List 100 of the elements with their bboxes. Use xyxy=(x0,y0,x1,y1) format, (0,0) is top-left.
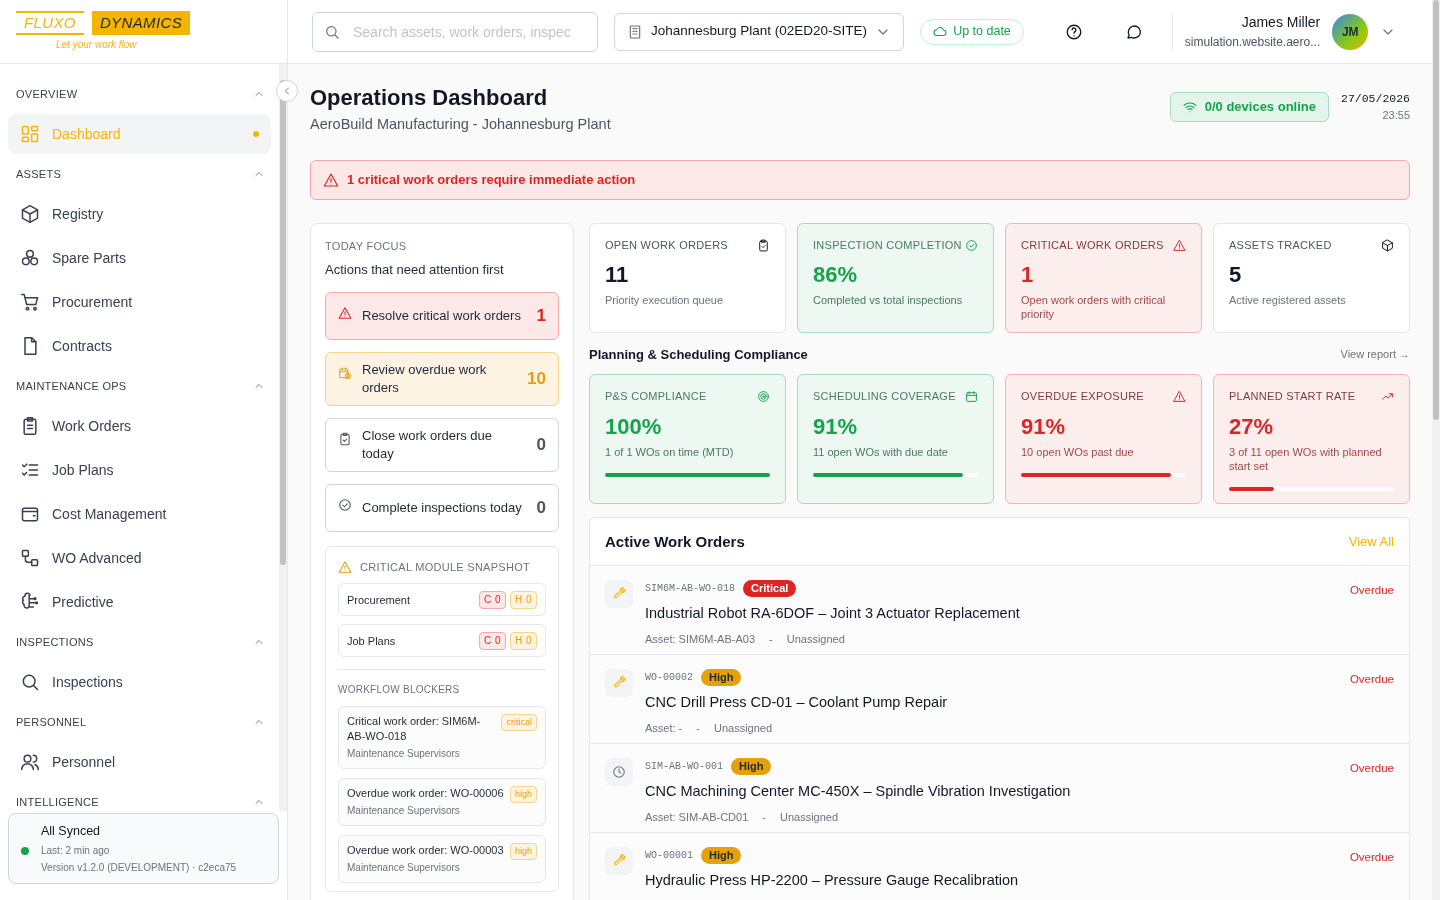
asset-text: Asset: SIM6M-AB-A03 xyxy=(645,632,756,647)
blocker-card[interactable]: Overdue work order: WO-00006 Maintenance Supervisors high xyxy=(338,778,546,827)
collapse-button[interactable] xyxy=(276,80,298,102)
status-text: Overdue xyxy=(1349,672,1394,688)
section-header[interactable]: PERSONNEL xyxy=(0,704,271,740)
high-count: H 0 xyxy=(509,590,537,609)
version-text: Version v1.2.0 (DEVELOPMENT) · c2eca75 xyxy=(41,861,237,875)
scrollbar[interactable] xyxy=(1432,0,1440,900)
nav-item[interactable]: Personnel xyxy=(8,742,271,782)
warning-icon xyxy=(338,560,352,574)
blockers-title: WORKFLOW BLOCKERS xyxy=(338,683,461,698)
nav-item[interactable]: Inspections xyxy=(8,662,271,702)
work-order-code: WO-00001 xyxy=(645,849,693,864)
focus-item[interactable]: Close work orders due today 0 xyxy=(325,417,559,472)
section-header[interactable]: INSPECTIONS xyxy=(0,624,271,660)
alert-text: 1 critical work orders require immediate action xyxy=(347,171,636,189)
nav-item[interactable]: WO Advanced xyxy=(8,538,271,578)
assignee-text: Unassigned xyxy=(713,721,773,736)
focus-count: 0 xyxy=(536,434,546,456)
user-avatar[interactable]: JM xyxy=(1332,13,1369,50)
card-title: OVERDUE EXPOSURE xyxy=(1021,389,1144,405)
section-header[interactable]: MAINTENANCE OPS xyxy=(0,368,271,404)
section-header[interactable]: OVERVIEW xyxy=(0,76,271,112)
focus-item[interactable]: Complete inspections today 0 xyxy=(325,483,559,532)
section-header[interactable]: INTELLIGENCE xyxy=(0,784,271,812)
module-row[interactable]: Job Plans C 0 H 0 xyxy=(338,624,546,658)
nav-item[interactable]: Job Plans xyxy=(8,450,271,490)
critical-count: C 0 xyxy=(478,590,506,609)
nav-item[interactable]: Cost Management xyxy=(8,494,271,534)
nav-item[interactable]: Predictive xyxy=(8,582,271,622)
blocker-team: Maintenance Supervisors xyxy=(347,861,461,876)
kpi-value: 86% xyxy=(813,261,859,290)
site-selector[interactable]: Johannesburg Plant (02ED20-SITE) xyxy=(614,12,905,51)
assignee-text: Unassigned xyxy=(786,632,845,647)
date-text: 27/05/2026 xyxy=(1341,91,1410,107)
kpi-title: OPEN WORK ORDERS xyxy=(605,237,728,253)
blocker-card[interactable]: Critical work order: SIM6M-AB-WO-018 Maintenance Supervisors critical xyxy=(338,706,546,770)
cart-icon xyxy=(20,292,40,312)
card-title: SCHEDULING COVERAGE xyxy=(813,389,956,405)
blocker-team: Maintenance Supervisors xyxy=(347,747,461,762)
blocker-title: Critical work order: SIM6M-AB-WO-018 xyxy=(347,714,482,745)
separator-text: - xyxy=(769,632,773,647)
page-title: Operations Dashboard xyxy=(310,84,549,112)
kpi-caption: Open work orders with critical priority xyxy=(1021,293,1167,322)
focus-item[interactable]: Resolve critical work orders 1 xyxy=(325,291,559,340)
card-title: P&S COMPLIANCE xyxy=(605,389,707,405)
focus-item[interactable]: Review overdue work orders 10 xyxy=(325,351,559,406)
search-icon xyxy=(20,672,40,692)
focus-count: 1 xyxy=(536,305,546,327)
workflow-icon xyxy=(20,548,40,568)
search-field[interactable]: Search assets, work orders, inspec xyxy=(312,11,598,52)
module-row[interactable]: Procurement C 0 H 0 xyxy=(338,583,546,617)
logo-text: DYNAMICS xyxy=(91,11,191,35)
nav-item[interactable]: Procurement xyxy=(8,282,271,322)
snapshot-title: CRITICAL MODULE SNAPSHOT xyxy=(360,559,530,575)
work-order-code: WO-00002 xyxy=(645,671,693,686)
logo-tagline: Let your work flow xyxy=(56,38,138,52)
panel-label: TODAY FOCUS xyxy=(325,238,408,254)
clipboard-check-icon xyxy=(338,431,352,446)
card-value: 100% xyxy=(605,412,663,441)
card-title: PLANNED START RATE xyxy=(1229,389,1356,405)
high-count: H 0 xyxy=(509,631,537,650)
check-circle-icon xyxy=(338,497,352,512)
nav-item[interactable]: Work Orders xyxy=(8,406,271,446)
kpi-caption: Priority execution queue xyxy=(605,293,724,308)
warning-icon xyxy=(1173,238,1186,252)
blocker-title: Overdue work order: WO-00003 xyxy=(347,843,505,859)
work-order-title: CNC Machining Center MC-450X – Spindle Vibration Investigation xyxy=(645,782,1072,802)
blocker-card[interactable]: Overdue work order: WO-00003 Maintenance Supervisors high xyxy=(338,835,546,884)
work-order-title: Industrial Robot RA-6DOF – Joint 3 Actuator Replacement xyxy=(645,604,1021,624)
logo-text: FLUXO xyxy=(16,11,84,35)
priority-badge: High xyxy=(701,669,742,687)
section-header[interactable]: ASSETS xyxy=(0,156,271,192)
wifi-icon xyxy=(1182,99,1197,114)
kpi-title: ASSETS TRACKED xyxy=(1229,237,1332,253)
card-caption: 11 open WOs with due date xyxy=(813,444,949,459)
card-value: 27% xyxy=(1229,412,1275,441)
kpi-value: 5 xyxy=(1229,261,1243,290)
priority-badge: High xyxy=(701,847,742,865)
priority-badge: Critical xyxy=(743,580,797,598)
kpi-value: 1 xyxy=(1021,261,1035,290)
asset-text: Asset: SIM-AB-CD01 xyxy=(645,810,749,825)
cube-icon xyxy=(1381,238,1394,252)
brain-icon xyxy=(20,592,40,612)
chat-icon xyxy=(1124,22,1143,41)
view-report-link[interactable]: View report → xyxy=(1340,346,1410,363)
nav-item[interactable]: Spare Parts xyxy=(8,238,271,278)
status-text: Overdue xyxy=(1349,761,1394,777)
kpi-value: 11 xyxy=(605,261,630,290)
clock-icon xyxy=(612,765,626,780)
sync-title: All Synced xyxy=(41,823,102,841)
asset-text: Asset: - xyxy=(645,721,683,736)
nav-item[interactable]: Contracts xyxy=(8,326,271,366)
critical-count: C 0 xyxy=(478,631,506,650)
wallet-icon xyxy=(20,504,40,524)
scrollbar[interactable] xyxy=(279,64,287,812)
nav-item[interactable]: Registry xyxy=(8,194,271,234)
work-order-code: SIM6M-AB-WO-018 xyxy=(645,582,735,597)
status-text: Overdue xyxy=(1349,583,1394,599)
priority-tag: high xyxy=(510,786,537,804)
